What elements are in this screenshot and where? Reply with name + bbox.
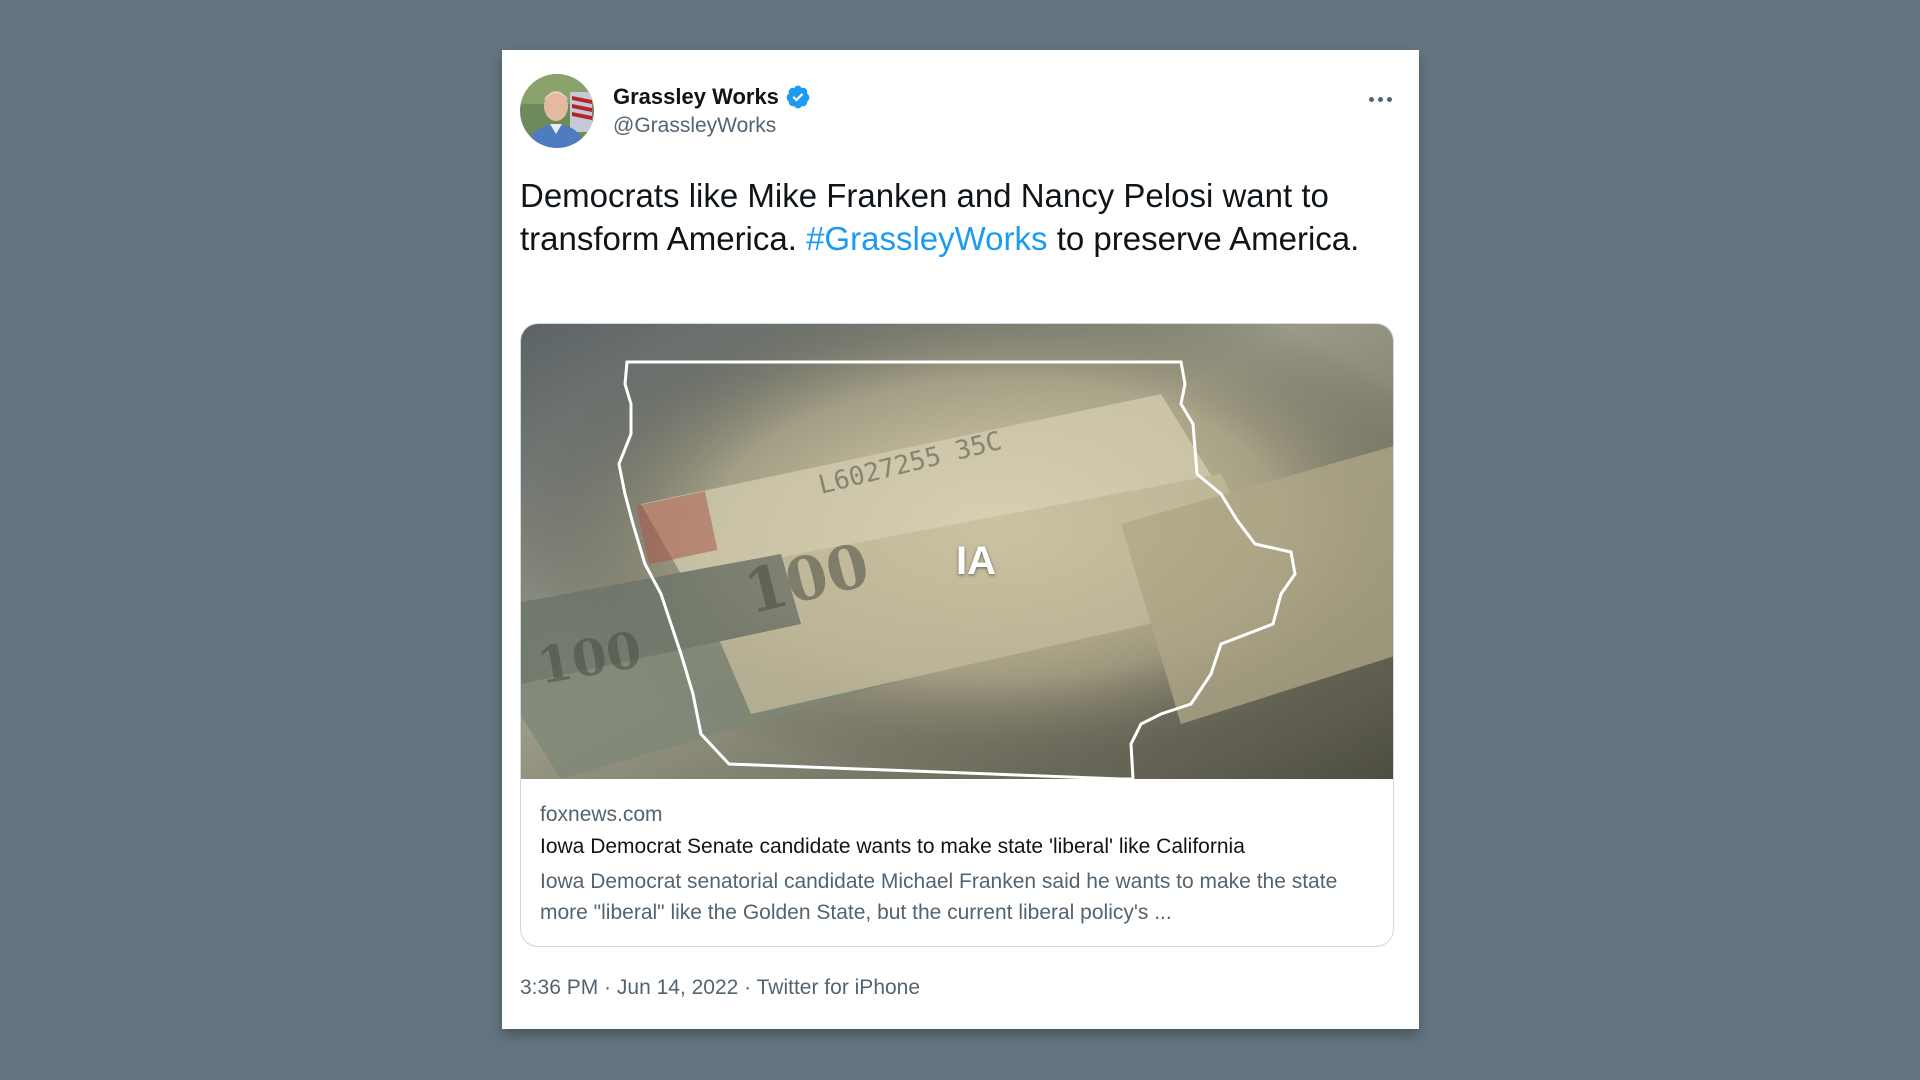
- hashtag-link[interactable]: #GrassleyWorks: [806, 220, 1047, 257]
- link-description: Iowa Democrat senatorial candidate Micha…: [540, 870, 1338, 924]
- author-display-name[interactable]: Grassley Works: [613, 84, 779, 110]
- display-name-row: Grassley Works: [613, 82, 811, 112]
- tweet-card: Grassley Works @GrassleyWorks Democrats …: [502, 50, 1419, 1029]
- link-title: Iowa Democrat Senate candidate wants to …: [540, 835, 1245, 858]
- tweet-date[interactable]: Jun 14, 2022: [617, 976, 738, 999]
- tweet-text-part2: to preserve America.: [1047, 220, 1360, 257]
- dot-icon: [1377, 96, 1383, 102]
- tweet-meta: 3:36 PM · Jun 14, 2022 · Twitter for iPh…: [520, 976, 920, 1000]
- link-domain: foxnews.com: [540, 803, 663, 826]
- author-names: Grassley Works @GrassleyWorks: [613, 82, 811, 138]
- link-preview-image[interactable]: 100 100 L6027255 35C IA: [521, 324, 1393, 779]
- tweet-time[interactable]: 3:36 PM: [520, 976, 598, 999]
- state-label: IA: [956, 539, 996, 583]
- tweet-source: Twitter for iPhone: [756, 976, 921, 999]
- tweet-header: Grassley Works @GrassleyWorks: [520, 74, 1400, 150]
- dot-icon: [1386, 96, 1392, 102]
- tweet-text: Democrats like Mike Franken and Nancy Pe…: [520, 174, 1400, 260]
- meta-separator: ·: [738, 976, 757, 999]
- dot-icon: [1368, 96, 1374, 102]
- verified-badge-icon: [785, 84, 811, 110]
- author-handle[interactable]: @GrassleyWorks: [613, 114, 811, 138]
- link-preview-card[interactable]: 100 100 L6027255 35C IA foxnews.com Iowa…: [520, 323, 1394, 947]
- avatar-photo-icon: [520, 74, 594, 148]
- link-preview-meta: foxnews.com Iowa Democrat Senate candida…: [540, 800, 1380, 928]
- meta-separator: ·: [598, 976, 617, 999]
- avatar[interactable]: [520, 74, 594, 148]
- more-options-icon[interactable]: [1360, 84, 1400, 114]
